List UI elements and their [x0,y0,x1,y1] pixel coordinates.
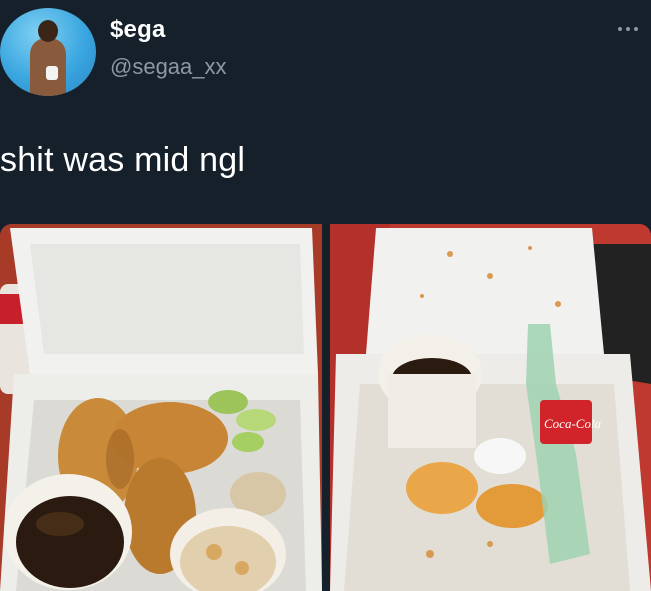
avatar[interactable] [0,8,96,96]
photo-2-drawing: Coca-Cola [330,224,651,591]
author-handle[interactable]: @segaa_xx [110,54,227,80]
media-photo-1[interactable] [0,224,322,591]
avatar-figure-bag [46,66,58,80]
more-options-icon[interactable] [618,22,644,36]
avatar-figure-head [38,20,58,42]
media-photo-2[interactable]: Coca-Cola [330,224,651,591]
tweet-media: Coca-Cola [0,224,651,591]
bottle-label-text: Coca-Cola [544,416,602,431]
author-display-name[interactable]: $ega [110,16,166,44]
tweet-text: shit was mid ngl [0,141,246,179]
tweet[interactable]: $ega @segaa_xx shit was mid ngl Coca-Col… [0,0,651,591]
photo-1-drawing [0,224,322,591]
